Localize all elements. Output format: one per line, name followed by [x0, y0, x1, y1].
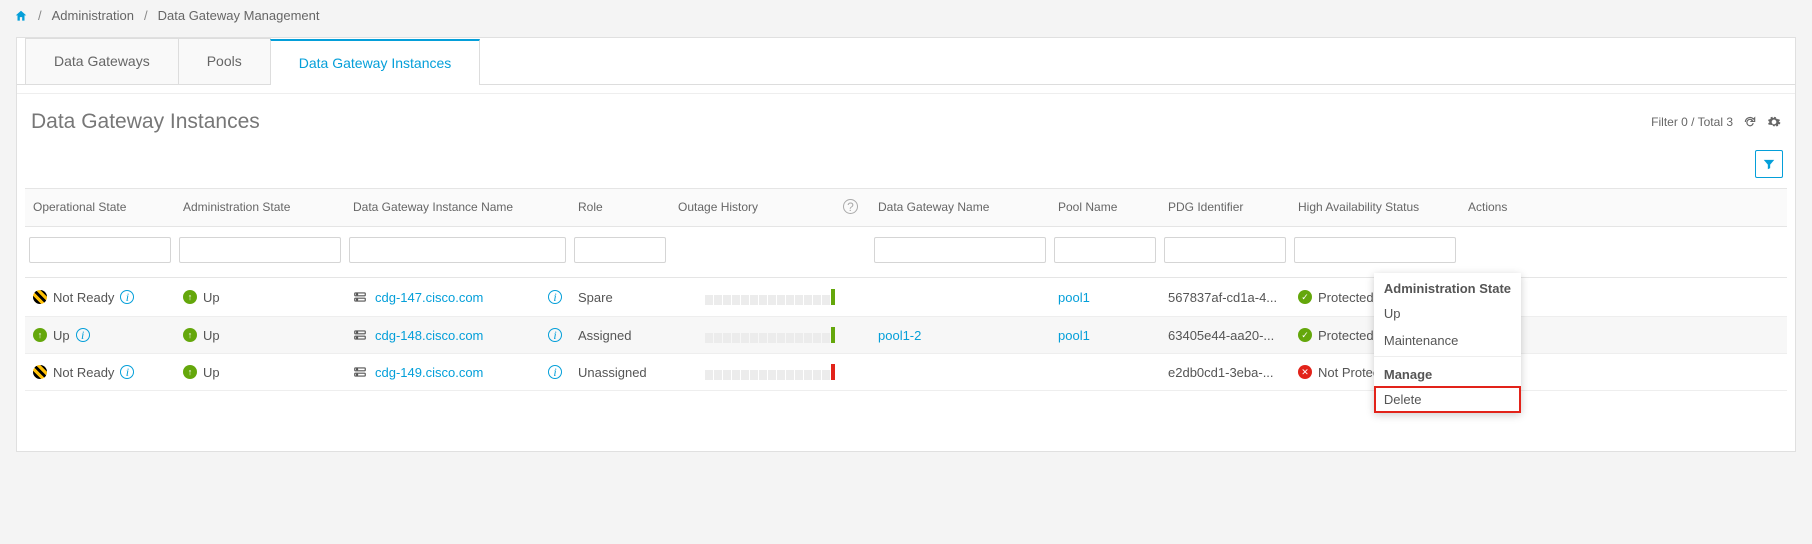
row-actions-menu: Administration State Up Maintenance Mana…	[1374, 273, 1521, 413]
breadcrumb-sep: /	[144, 8, 148, 23]
instance-name-link[interactable]: cdg-148.cisco.com	[375, 328, 483, 343]
tabs: Data Gateways Pools Data Gateway Instanc…	[17, 38, 1795, 85]
instance-icon	[353, 290, 367, 304]
instance-name-link[interactable]: cdg-147.cisco.com	[375, 290, 483, 305]
menu-item-maintenance[interactable]: Maintenance	[1374, 327, 1521, 354]
info-icon[interactable]: i	[548, 290, 562, 304]
outage-history-bar	[705, 327, 835, 343]
table: Operational State Administration State D…	[25, 188, 1787, 391]
pool-name-link[interactable]: pool1	[1058, 328, 1090, 343]
menu-item-delete[interactable]: Delete	[1374, 386, 1521, 413]
ha-status-text: Protected	[1318, 290, 1374, 305]
col-pool-name: Pool Name	[1050, 198, 1160, 218]
table-row: Not Ready i ↑ Up cdg-147.cisco.com i Spare pool…	[25, 278, 1787, 317]
check-icon: ✓	[1298, 290, 1312, 304]
filter-pool-name[interactable]	[1054, 237, 1156, 263]
up-arrow-icon: ↑	[183, 328, 197, 342]
up-arrow-icon: ↑	[183, 290, 197, 304]
outage-history-bar	[705, 364, 835, 380]
table-row: ↑Upi↑Upcdg-148.cisco.comiAssignedpool1-2…	[25, 317, 1787, 354]
filter-total-text: Filter 0 / Total 3	[1651, 115, 1733, 129]
tab-pools[interactable]: Pools	[178, 38, 271, 84]
col-op-state: Operational State	[25, 198, 175, 218]
tab-instances[interactable]: Data Gateway Instances	[270, 39, 481, 85]
filter-role[interactable]	[574, 237, 666, 263]
error-icon: ✕	[1298, 365, 1312, 379]
up-arrow-icon: ↑	[33, 328, 47, 342]
tab-data-gateways[interactable]: Data Gateways	[25, 38, 179, 84]
admin-state-text: Up	[203, 365, 220, 380]
up-arrow-icon: ↑	[183, 365, 197, 379]
breadcrumb: / Administration / Data Gateway Manageme…	[0, 0, 1812, 31]
info-icon[interactable]: i	[548, 365, 562, 379]
role-text: Spare	[570, 286, 670, 309]
menu-item-up[interactable]: Up	[1374, 300, 1521, 327]
col-inst-name: Data Gateway Instance Name	[345, 198, 570, 218]
filter-gw-name[interactable]	[874, 237, 1046, 263]
breadcrumb-sep: /	[38, 8, 42, 23]
filter-inst-name[interactable]	[349, 237, 566, 263]
gateway-name-link[interactable]: pool1-2	[878, 328, 921, 343]
crumb-page[interactable]: Data Gateway Management	[158, 8, 320, 23]
col-gw-name: Data Gateway Name	[870, 198, 1050, 218]
ha-status-text: Protected	[1318, 328, 1374, 343]
info-icon[interactable]: i	[76, 328, 90, 342]
pdg-id-text: 63405e44-aa20-...	[1160, 324, 1290, 347]
check-icon: ✓	[1298, 328, 1312, 342]
col-ha-status: High Availability Status	[1290, 198, 1460, 218]
col-outage-label: Outage History	[678, 200, 758, 214]
menu-header-admin: Administration State	[1374, 273, 1521, 300]
role-text: Unassigned	[570, 361, 670, 384]
op-state-text: Up	[53, 328, 70, 343]
col-role: Role	[570, 198, 670, 218]
col-pdg-id: PDG Identifier	[1160, 198, 1290, 218]
pdg-id-text: 567837af-cd1a-4...	[1160, 286, 1290, 309]
col-outage: Outage History ?	[670, 197, 870, 218]
instance-name-link[interactable]: cdg-149.cisco.com	[375, 365, 483, 380]
filter-op-state[interactable]	[29, 237, 171, 263]
instance-icon	[353, 365, 367, 379]
crumb-admin[interactable]: Administration	[52, 8, 134, 23]
instance-icon	[353, 328, 367, 342]
page-title: Data Gateway Instances	[31, 110, 260, 134]
filter-pdg-id[interactable]	[1164, 237, 1286, 263]
filter-admin-state[interactable]	[179, 237, 341, 263]
outage-history-bar	[705, 289, 835, 305]
not-ready-icon	[33, 365, 47, 379]
section-head: Data Gateway Instances Filter 0 / Total …	[17, 93, 1795, 144]
settings-gear-icon[interactable]	[1767, 115, 1781, 129]
not-ready-icon	[33, 290, 47, 304]
info-icon[interactable]: i	[548, 328, 562, 342]
section-meta: Filter 0 / Total 3	[1651, 115, 1781, 129]
main-panel: Data Gateways Pools Data Gateway Instanc…	[16, 37, 1796, 452]
filter-toggle-icon[interactable]	[1755, 150, 1783, 178]
filter-ha-status[interactable]	[1294, 237, 1456, 263]
col-actions: Actions	[1460, 198, 1524, 218]
role-text: Assigned	[570, 324, 670, 347]
info-icon[interactable]: i	[120, 365, 134, 379]
pdg-id-text: e2db0cd1-3eba-...	[1160, 361, 1290, 384]
filter-bar	[17, 144, 1795, 188]
refresh-icon[interactable]	[1743, 115, 1757, 129]
home-icon[interactable]	[14, 9, 28, 23]
help-icon[interactable]: ?	[843, 199, 858, 214]
admin-state-text: Up	[203, 328, 220, 343]
menu-header-manage: Manage	[1374, 359, 1521, 386]
pool-name-link[interactable]: pool1	[1058, 290, 1090, 305]
admin-state-text: Up	[203, 290, 220, 305]
info-icon[interactable]: i	[120, 290, 134, 304]
op-state-text: Not Ready	[53, 365, 114, 380]
op-state-text: Not Ready	[53, 290, 114, 305]
table-row: Not Ready i ↑ Up cdg-149.cisco.com i Unassigne…	[25, 354, 1787, 391]
col-admin-state: Administration State	[175, 198, 345, 218]
